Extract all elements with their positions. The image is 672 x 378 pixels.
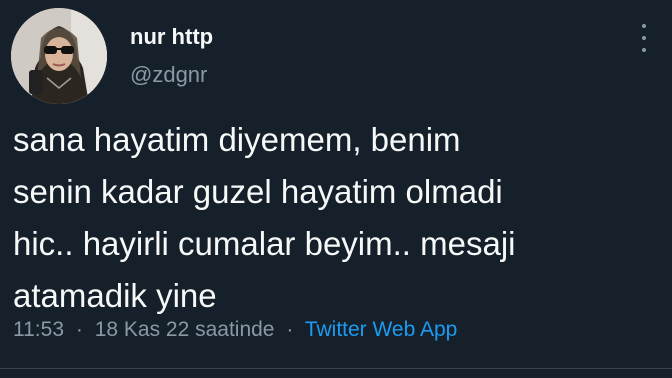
author-handle[interactable]: @zdgnr <box>130 62 207 88</box>
tweet-text-line: atamadik yine <box>13 277 217 314</box>
tweet-text-line: sana hayatim diyemem, benim <box>13 121 461 158</box>
meta-separator: · <box>286 318 294 341</box>
tweet-text-line: hic.. hayirli cumalar beyim.. mesaji <box>13 225 516 262</box>
tweet-date[interactable]: 18 Kas 22 saatinde <box>95 318 275 341</box>
author-display-name[interactable]: nur http <box>130 24 213 50</box>
tweet-text: sana hayatim diyemem, benim senin kadar … <box>13 114 653 322</box>
more-options-icon[interactable] <box>636 24 652 52</box>
divider <box>0 368 672 369</box>
profile-photo-icon <box>11 8 107 104</box>
tweet-time[interactable]: 11:53 <box>13 318 64 341</box>
meta-separator: · <box>75 318 83 341</box>
tweet-text-line: senin kadar guzel hayatim olmadi <box>13 173 503 210</box>
tweet-meta: 11:53 · 18 Kas 22 saatinde · Twitter Web… <box>13 318 457 342</box>
tweet-card: nur http @zdgnr sana hayatim diyemem, be… <box>0 0 672 378</box>
more-dot <box>642 24 646 28</box>
avatar[interactable] <box>11 8 107 104</box>
more-dot <box>642 48 646 52</box>
tweet-source-link[interactable]: Twitter Web App <box>305 318 458 341</box>
more-dot <box>642 36 646 40</box>
